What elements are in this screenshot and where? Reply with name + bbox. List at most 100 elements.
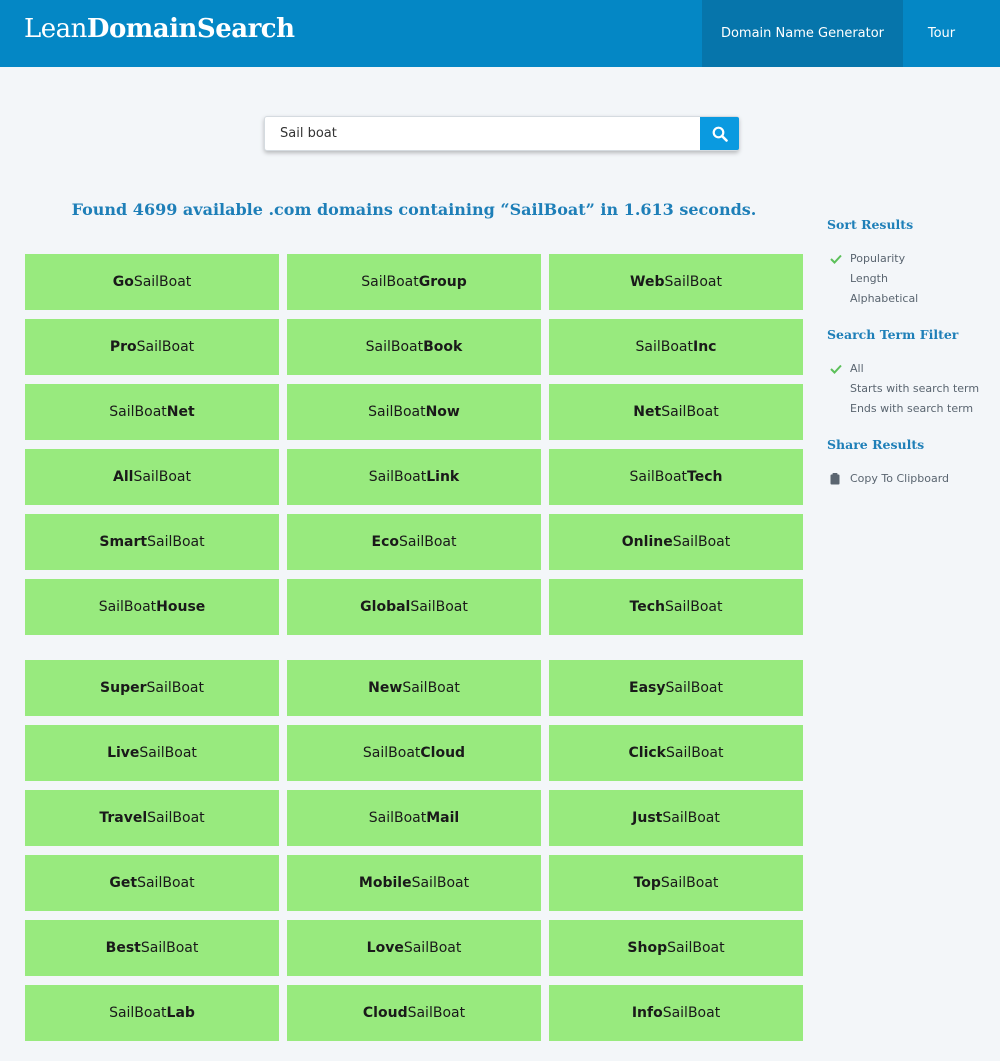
- domain-tile[interactable]: SailBoat House: [25, 579, 279, 635]
- nav-tour[interactable]: Tour: [903, 0, 980, 67]
- domain-tile[interactable]: SailBoat Inc: [549, 319, 803, 375]
- domain-base: SailBoat: [365, 339, 424, 355]
- results-summary: Found 4699 available .com domains contai…: [71, 200, 757, 219]
- domain-tile[interactable]: Global SailBoat: [287, 579, 541, 635]
- domain-tile[interactable]: SailBoat Group: [287, 254, 541, 310]
- site-logo[interactable]: LeanDomainSearch: [24, 14, 295, 44]
- domain-base: SailBoat: [403, 940, 462, 956]
- domain-base: SailBoat: [368, 404, 426, 420]
- domain-tile[interactable]: Get SailBoat: [25, 855, 279, 911]
- site-header: LeanDomainSearch Domain Name Generator T…: [0, 0, 1000, 67]
- domain-suffix: Cloud: [420, 745, 466, 761]
- domain-tile[interactable]: Travel SailBoat: [25, 790, 279, 846]
- domain-tile[interactable]: Pro SailBoat: [25, 319, 279, 375]
- domain-base: SailBoat: [140, 940, 199, 956]
- filter-option-ends-with[interactable]: Ends with search term: [850, 402, 973, 415]
- domain-prefix: Love: [366, 940, 404, 956]
- domain-tile[interactable]: SailBoat Cloud: [287, 725, 541, 781]
- domain-base: SailBoat: [664, 599, 723, 615]
- domain-base: SailBoat: [660, 875, 719, 891]
- domain-tile[interactable]: New SailBoat: [287, 660, 541, 716]
- domain-prefix: All: [113, 469, 134, 485]
- domain-base: SailBoat: [98, 599, 157, 615]
- domain-tile[interactable]: Tech SailBoat: [549, 579, 803, 635]
- domain-suffix: Link: [426, 469, 460, 485]
- domain-tile[interactable]: Cloud SailBoat: [287, 985, 541, 1041]
- sort-option-alphabetical[interactable]: Alphabetical: [850, 292, 918, 305]
- domain-tile[interactable]: Shop SailBoat: [549, 920, 803, 976]
- domain-prefix: Online: [621, 534, 673, 550]
- domain-tile[interactable]: Go SailBoat: [25, 254, 279, 310]
- domain-tile[interactable]: Net SailBoat: [549, 384, 803, 440]
- domain-base: SailBoat: [407, 1005, 466, 1021]
- domain-suffix: Now: [425, 404, 460, 420]
- search-input[interactable]: [265, 117, 699, 150]
- domain-tile[interactable]: SailBoat Book: [287, 319, 541, 375]
- search-button[interactable]: [700, 117, 739, 150]
- domain-base: SailBoat: [133, 274, 192, 290]
- domain-grid-secondary: Super SailBoat New SailBoat Easy SailBoat Live…: [25, 660, 803, 1041]
- domain-tile[interactable]: Smart SailBoat: [25, 514, 279, 570]
- domain-base: SailBoat: [410, 599, 468, 615]
- sort-option-popularity[interactable]: Popularity: [850, 252, 905, 265]
- domain-prefix: Tech: [629, 599, 665, 615]
- domain-base: SailBoat: [133, 469, 191, 485]
- domain-tile[interactable]: Web SailBoat: [549, 254, 803, 310]
- domain-prefix: Net: [633, 404, 662, 420]
- domain-tile[interactable]: SailBoat Net: [25, 384, 279, 440]
- domain-base: SailBoat: [635, 339, 693, 355]
- logo-light-text: Lean: [24, 14, 87, 44]
- domain-tile[interactable]: SailBoat Mail: [287, 790, 541, 846]
- domain-base: SailBoat: [672, 534, 731, 550]
- domain-base: SailBoat: [629, 469, 688, 485]
- filter-option-all[interactable]: All: [850, 362, 864, 375]
- check-icon: [830, 364, 842, 374]
- check-icon: [830, 254, 842, 264]
- domain-prefix: Global: [360, 599, 411, 615]
- domain-prefix: Info: [631, 1005, 663, 1021]
- domain-suffix: Inc: [693, 339, 717, 355]
- domain-tile[interactable]: Eco SailBoat: [287, 514, 541, 570]
- domain-prefix: Mobile: [358, 875, 412, 891]
- domain-prefix: Get: [109, 875, 138, 891]
- domain-tile[interactable]: Click SailBoat: [549, 725, 803, 781]
- domain-prefix: Smart: [99, 534, 148, 550]
- domain-base: SailBoat: [139, 745, 197, 761]
- domain-prefix: Best: [105, 940, 141, 956]
- copy-to-clipboard-link[interactable]: Copy To Clipboard: [850, 472, 949, 485]
- domain-tile[interactable]: All SailBoat: [25, 449, 279, 505]
- domain-tile[interactable]: Online SailBoat: [549, 514, 803, 570]
- domain-tile[interactable]: SailBoat Link: [287, 449, 541, 505]
- domain-prefix: Web: [630, 274, 665, 290]
- domain-tile[interactable]: SailBoat Now: [287, 384, 541, 440]
- search-bar: [264, 116, 739, 151]
- domain-base: SailBoat: [666, 745, 724, 761]
- domain-base: SailBoat: [362, 745, 421, 761]
- sort-option-length[interactable]: Length: [850, 272, 888, 285]
- domain-tile[interactable]: Live SailBoat: [25, 725, 279, 781]
- clipboard-icon: [830, 473, 840, 485]
- domain-prefix: Live: [107, 745, 140, 761]
- domain-base: SailBoat: [661, 404, 719, 420]
- domain-tile[interactable]: Best SailBoat: [25, 920, 279, 976]
- domain-tile[interactable]: Just SailBoat: [549, 790, 803, 846]
- nav-domain-name-generator[interactable]: Domain Name Generator: [702, 0, 903, 67]
- domain-base: SailBoat: [665, 680, 723, 696]
- domain-prefix: Just: [632, 810, 663, 826]
- domain-tile[interactable]: Top SailBoat: [549, 855, 803, 911]
- domain-prefix: Eco: [371, 534, 399, 550]
- domain-prefix: Pro: [109, 339, 137, 355]
- domain-prefix: Click: [628, 745, 666, 761]
- domain-tile[interactable]: Easy SailBoat: [549, 660, 803, 716]
- domain-tile[interactable]: SailBoat Lab: [25, 985, 279, 1041]
- domain-prefix: Easy: [629, 680, 666, 696]
- search-icon: [712, 126, 728, 142]
- domain-tile[interactable]: Mobile SailBoat: [287, 855, 541, 911]
- domain-base: SailBoat: [147, 534, 205, 550]
- domain-tile[interactable]: Info SailBoat: [549, 985, 803, 1041]
- domain-tile[interactable]: Super SailBoat: [25, 660, 279, 716]
- domain-tile[interactable]: Love SailBoat: [287, 920, 541, 976]
- domain-tile[interactable]: SailBoat Tech: [549, 449, 803, 505]
- domain-prefix: Super: [100, 680, 147, 696]
- filter-option-starts-with[interactable]: Starts with search term: [850, 382, 979, 395]
